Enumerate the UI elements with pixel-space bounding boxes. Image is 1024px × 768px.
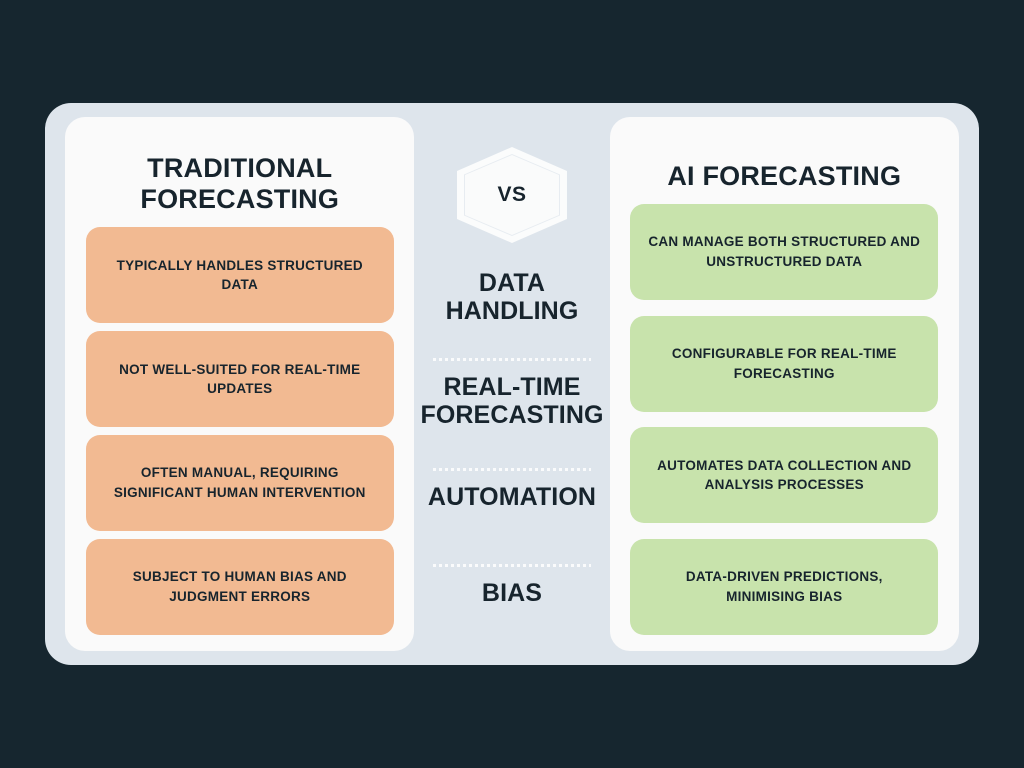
comparison-panel: TRADITIONAL FORECASTING TYPICALLY HANDLE…	[45, 103, 979, 665]
ai-forecasting-cards: CAN MANAGE BOTH STRUCTURED AND UNSTRUCTU…	[622, 196, 947, 635]
ai-forecasting-column: AI FORECASTING CAN MANAGE BOTH STRUCTURE…	[609, 117, 959, 651]
category-row: DATA HANDLING	[420, 249, 603, 345]
comparison-card: SUBJECT TO HUMAN BIAS AND JUDGMENT ERROR…	[85, 539, 394, 635]
category-row: BIAS	[420, 537, 603, 633]
vs-label: VS	[497, 183, 527, 206]
comparison-card: TYPICALLY HANDLES STRUCTURED DATA	[85, 227, 394, 324]
comparison-card: OFTEN MANUAL, REQUIRING SIGNIFICANT HUMA…	[85, 435, 394, 532]
comparison-card: DATA-DRIVEN PREDICTIONS, MINIMISING BIAS	[630, 538, 939, 635]
category-label: AUTOMATION	[427, 482, 597, 511]
category-label: REAL-TIME FORECASTING	[420, 372, 604, 429]
ai-forecasting-title: AI FORECASTING	[667, 161, 902, 191]
comparison-card: CONFIGURABLE FOR REAL-TIME FORECASTING	[630, 315, 939, 412]
comparison-card: NOT WELL-SUITED FOR REAL-TIME UPDATES	[85, 331, 394, 428]
comparison-card: AUTOMATES DATA COLLECTION AND ANALYSIS P…	[630, 427, 939, 524]
category-labels: DATA HANDLING REAL-TIME FORECASTING AUTO…	[420, 243, 603, 651]
category-label: BIAS	[481, 578, 543, 607]
vs-badge: VS	[456, 147, 567, 243]
dotted-divider	[432, 563, 591, 567]
comparison-card: CAN MANAGE BOTH STRUCTURED AND UNSTRUCTU…	[630, 204, 939, 301]
dotted-divider	[432, 357, 591, 361]
category-column: VS DATA HANDLING REAL-TIME FORECASTING A…	[414, 117, 609, 651]
traditional-forecasting-title: TRADITIONAL FORECASTING	[140, 153, 340, 215]
traditional-forecasting-column: TRADITIONAL FORECASTING TYPICALLY HANDLE…	[65, 117, 415, 651]
category-row: REAL-TIME FORECASTING	[420, 345, 603, 441]
category-label: DATA HANDLING	[445, 269, 579, 325]
traditional-forecasting-cards: TYPICALLY HANDLES STRUCTURED DATA NOT WE…	[77, 219, 402, 635]
dotted-divider	[432, 467, 591, 471]
category-row: AUTOMATION	[420, 441, 603, 537]
